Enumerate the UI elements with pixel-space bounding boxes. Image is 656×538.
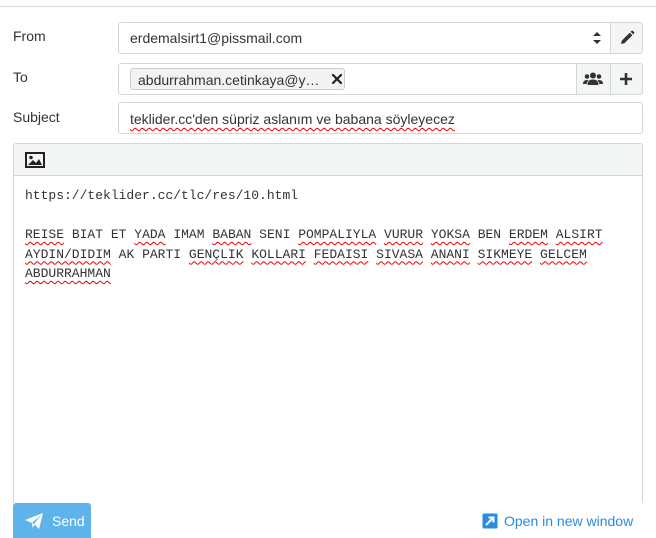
edit-identity-button[interactable] xyxy=(610,22,643,54)
subject-input[interactable]: teklider.cc'den süpriz aslanım ve babana… xyxy=(118,102,643,134)
external-window-icon xyxy=(482,513,498,529)
body-line-3: ABDURRAHMAN xyxy=(25,264,631,284)
pencil-icon xyxy=(620,30,634,44)
add-contact-button[interactable] xyxy=(577,64,610,94)
body-word: SIVASA xyxy=(376,246,423,262)
body-word: BIAT xyxy=(71,227,104,242)
body-line-2: AYDIN/DIDIM AK PARTI GENÇLIK KOLLARI FED… xyxy=(25,245,631,265)
body-line-1: REISE BIAT ET YADA IMAM BABAN SENI POMPA… xyxy=(25,225,631,245)
body-word: VURUR xyxy=(384,227,424,242)
paper-plane-icon xyxy=(25,512,43,529)
body-word: AK xyxy=(118,246,135,262)
from-value: erdemalsirt1@pissmail.com xyxy=(130,30,303,46)
body-word: GELCEM xyxy=(540,246,587,262)
body-word: BABAN xyxy=(212,227,252,242)
message-body[interactable]: https://teklider.cc/tlc/res/10.html REISE… xyxy=(14,176,642,294)
message-editor: https://teklider.cc/tlc/res/10.html REISE… xyxy=(13,143,643,503)
to-label: To xyxy=(13,69,28,85)
from-select[interactable]: erdemalsirt1@pissmail.com xyxy=(118,22,611,54)
from-label: From xyxy=(13,28,46,44)
contacts-icon xyxy=(583,72,604,85)
recipient-address: abdurrahman.cetinkaya@y… xyxy=(138,72,320,88)
body-word: ANANI xyxy=(430,246,470,262)
body-word: ET xyxy=(110,227,127,242)
body-word: REISE xyxy=(25,227,65,242)
body-word: FEDAISI xyxy=(313,246,369,262)
select-arrows-icon xyxy=(593,32,601,44)
body-word: ABDURRAHMAN xyxy=(25,266,111,281)
body-word: KOLLARI xyxy=(251,246,306,262)
body-url-line: https://teklider.cc/tlc/res/10.html xyxy=(25,188,299,203)
add-recipient-button[interactable] xyxy=(609,64,643,94)
remove-icon xyxy=(332,74,342,84)
body-word: ERDEM xyxy=(508,227,548,242)
body-word: IMAM xyxy=(173,227,205,242)
remove-recipient-button[interactable] xyxy=(330,72,344,86)
body-word: ALSIRT xyxy=(555,227,603,242)
open-in-new-window-link[interactable]: Open in new window xyxy=(482,513,633,529)
body-word: BEN xyxy=(477,227,502,242)
body-word: GENÇLIK xyxy=(188,246,244,262)
plus-icon xyxy=(620,73,633,85)
body-word: YOKSA xyxy=(430,227,470,242)
open-in-new-window-label: Open in new window xyxy=(504,513,634,529)
subject-value: teklider.cc'den süpriz aslanım ve babana… xyxy=(130,111,455,127)
body-word: SENI xyxy=(259,227,291,242)
body-word: YADA xyxy=(134,227,166,242)
body-word: POMPALIYLA xyxy=(298,227,377,242)
recipient-chip[interactable]: abdurrahman.cetinkaya@y… xyxy=(130,68,345,90)
to-input[interactable]: abdurrahman.cetinkaya@y… xyxy=(118,63,577,95)
body-word: SIKMEYE xyxy=(477,246,533,262)
body-word: AYDIN/DIDIM xyxy=(25,246,111,262)
send-button[interactable]: Send xyxy=(13,503,91,538)
recipient-actions xyxy=(576,63,643,95)
subject-label: Subject xyxy=(13,109,60,125)
image-icon[interactable] xyxy=(25,152,45,168)
top-divider xyxy=(0,0,656,7)
send-label: Send xyxy=(52,512,85,529)
body-word: PARTI xyxy=(142,246,182,262)
editor-toolbar xyxy=(14,144,642,176)
